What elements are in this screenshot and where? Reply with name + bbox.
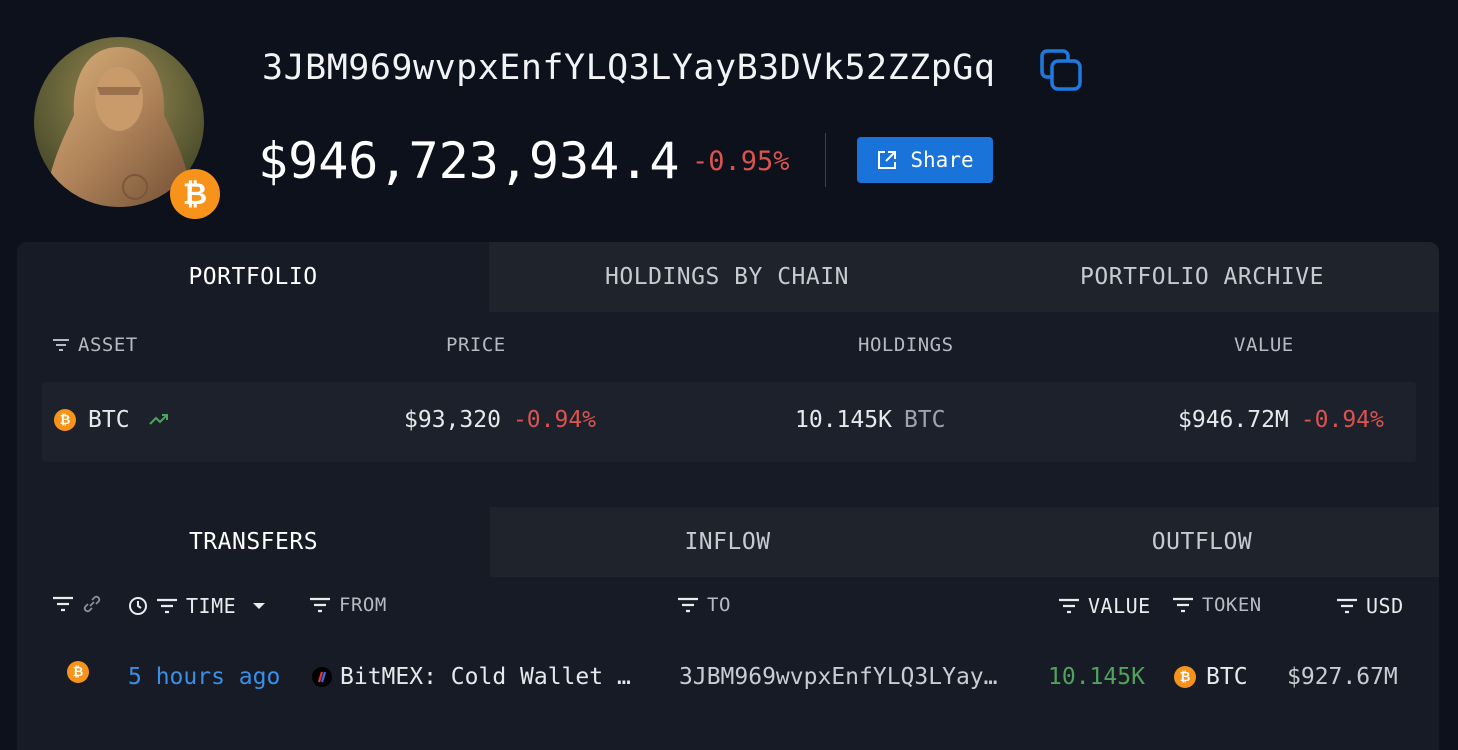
main-panel: PORTFOLIO HOLDINGS BY CHAIN PORTFOLIO AR… <box>17 242 1439 750</box>
asset-cell: ₿ BTC <box>54 407 170 433</box>
filter-icon <box>1337 598 1357 614</box>
filter-icon <box>53 339 69 351</box>
asset-symbol: BTC <box>88 407 130 433</box>
portfolio-balance: $946,723,934.4 <box>258 132 680 190</box>
tab-inflow[interactable]: INFLOW <box>490 507 965 577</box>
tab-holdings-by-chain[interactable]: HOLDINGS BY CHAIN <box>489 242 965 312</box>
btc-icon: ₿ <box>54 409 76 431</box>
transfer-token[interactable]: ₿ BTC <box>1174 664 1248 690</box>
value-change: -0.94% <box>1300 407 1384 433</box>
tab-transfers[interactable]: TRANSFERS <box>17 507 490 577</box>
filter-icon <box>678 597 698 613</box>
share-button[interactable]: Share <box>857 137 993 183</box>
transfer-to[interactable]: 3JBM969wvpxEnfYLQ3LYay… <box>679 664 998 690</box>
transfer-chain-cell: ₿ <box>67 661 89 683</box>
col-value-transfer[interactable]: VALUE <box>1058 594 1151 618</box>
copy-icon[interactable] <box>1038 47 1084 93</box>
tab-outflow[interactable]: OUTFLOW <box>965 507 1439 577</box>
col-to-label: TO <box>707 594 731 616</box>
table-row[interactable]: ₿ 5 hours ago BitMEX: Cold Wallet … 3JBM… <box>17 647 1439 707</box>
col-token[interactable]: TOKEN <box>1172 594 1262 616</box>
btc-icon: ₿ <box>67 661 89 683</box>
portfolio-tabbar: PORTFOLIO HOLDINGS BY CHAIN PORTFOLIO AR… <box>17 242 1439 312</box>
external-link-icon <box>878 151 897 169</box>
filter-icon <box>53 596 73 612</box>
table-row[interactable]: ₿ BTC $93,320 -0.94% 10.145K BTC $946.72… <box>42 382 1416 462</box>
transfer-from-label: BitMEX: Cold Wallet … <box>340 664 631 690</box>
transfer-value: 10.145K <box>1048 664 1145 690</box>
col-usd-label: USD <box>1366 594 1404 618</box>
asset-price: $93,320 <box>404 407 501 433</box>
value-cell: $946.72M -0.94% <box>1178 407 1384 433</box>
clock-icon <box>129 597 147 615</box>
col-from-label: FROM <box>339 594 387 616</box>
transfer-usd: $927.67M <box>1287 664 1398 690</box>
transfer-time[interactable]: 5 hours ago <box>128 664 280 690</box>
price-cell: $93,320 -0.94% <box>404 407 596 433</box>
filter-icon <box>1173 597 1193 613</box>
tab-portfolio-archive[interactable]: PORTFOLIO ARCHIVE <box>965 242 1439 312</box>
filter-icon <box>157 598 177 614</box>
col-usd[interactable]: USD <box>1336 594 1404 618</box>
col-to[interactable]: TO <box>677 594 731 616</box>
bitmex-icon <box>312 667 332 687</box>
link-icon <box>83 595 101 613</box>
transfer-from[interactable]: BitMEX: Cold Wallet … <box>312 664 631 690</box>
holdings-amount: 10.145K <box>795 407 892 433</box>
holdings-cell: 10.145K BTC <box>795 407 945 433</box>
balance-change: -0.95% <box>692 146 790 177</box>
btc-badge-icon: ₿ <box>170 169 220 219</box>
holdings-unit: BTC <box>903 407 946 433</box>
divider <box>825 133 826 187</box>
caret-down-icon <box>253 603 266 609</box>
tab-portfolio[interactable]: PORTFOLIO <box>17 242 489 312</box>
col-holdings[interactable]: HOLDINGS <box>858 334 954 356</box>
wallet-address: 3JBM969wvpxEnfYLQ3LYayB3DVk52ZZpGq <box>262 48 996 88</box>
col-value-label: VALUE <box>1088 594 1151 618</box>
col-asset[interactable]: ASSET <box>52 334 138 356</box>
transfer-token-label: BTC <box>1206 664 1248 690</box>
col-value[interactable]: VALUE <box>1234 334 1294 356</box>
col-link-filter[interactable] <box>52 594 102 614</box>
col-token-label: TOKEN <box>1202 594 1262 616</box>
col-time[interactable]: TIME <box>128 594 266 618</box>
asset-value: $946.72M <box>1178 407 1289 433</box>
filter-icon <box>310 597 330 613</box>
transfers-tabbar: TRANSFERS INFLOW OUTFLOW <box>17 507 1439 577</box>
share-label: Share <box>910 148 974 172</box>
trend-up-icon <box>148 414 168 425</box>
col-price[interactable]: PRICE <box>446 334 506 356</box>
price-change: -0.94% <box>512 407 597 433</box>
btc-icon: ₿ <box>1174 666 1196 688</box>
profile-header: ₿ 3JBM969wvpxEnfYLQ3LYayB3DVk52ZZpGq $94… <box>0 0 1458 240</box>
col-from[interactable]: FROM <box>309 594 387 616</box>
col-time-label: TIME <box>186 594 237 618</box>
col-asset-label: ASSET <box>78 334 138 356</box>
filter-icon <box>1059 598 1079 614</box>
